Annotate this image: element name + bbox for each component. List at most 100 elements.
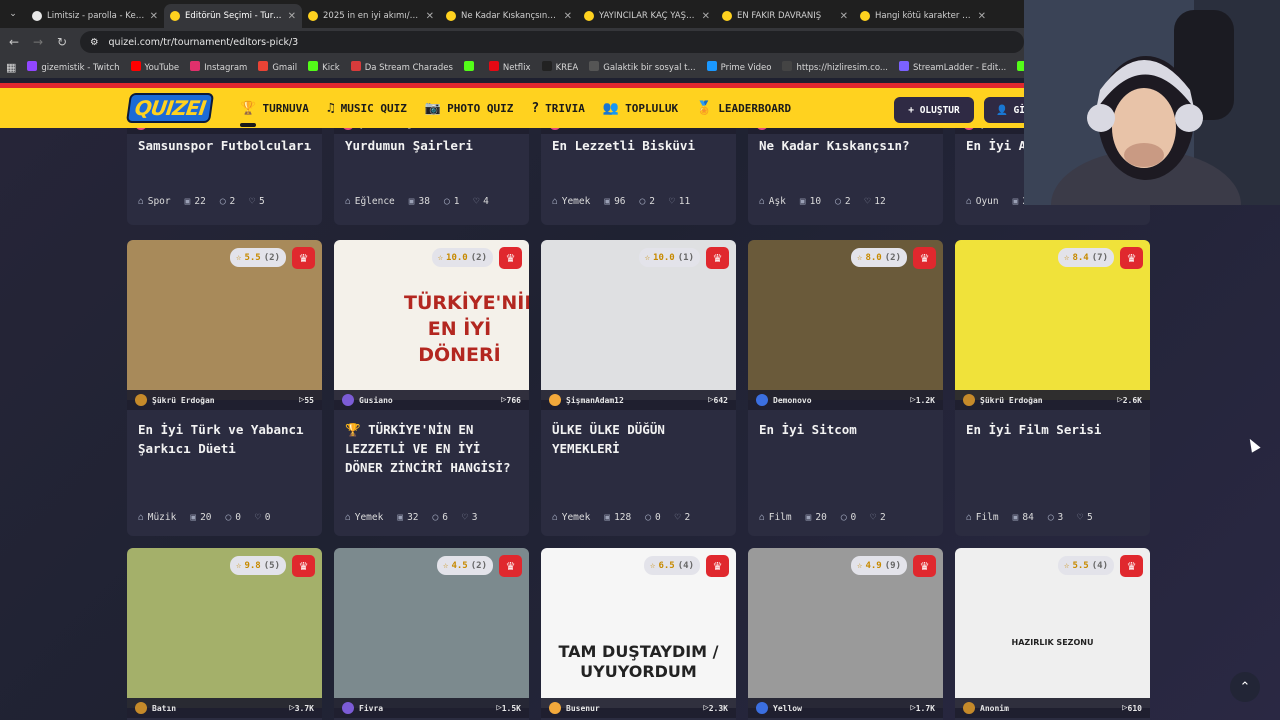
play-count: 1.2K <box>915 395 935 405</box>
bookmark-item[interactable]: Galaktik bir sosyal t... <box>589 61 696 73</box>
crown-icon[interactable]: ♛ <box>1120 247 1143 269</box>
crown-icon[interactable]: ♛ <box>499 247 522 269</box>
quiz-card[interactable]: ☆ 8.0 (2) ♛ Demonovo ▷ 1.2K En İyi Sitcom ⌂ Film… <box>748 240 943 536</box>
heart-icon[interactable]: ♡ <box>255 512 261 523</box>
bookmark-item[interactable]: Instagram <box>190 61 247 73</box>
crown-icon[interactable]: ♛ <box>913 555 936 577</box>
quiz-title[interactable]: Samsunspor Futbolcuları <box>138 136 316 155</box>
quiz-card[interactable]: ☆ 10.0 (1) ♛ ŞişmanAdam12 ▷ 642 ÜLKE ÜLKE DÜĞÜ… <box>541 240 736 536</box>
crown-icon[interactable]: ♛ <box>706 247 729 269</box>
browser-tab[interactable]: Limitsiz - parolla - Kelime ✕ <box>26 4 164 28</box>
browser-tab[interactable]: 2025 in en iyi akımı/mem ✕ <box>302 4 440 28</box>
quiz-category[interactable]: Yemek <box>562 196 591 207</box>
nav-item-trivia[interactable]: ? TRIVIA <box>531 101 585 116</box>
quiz-card[interactable]: HAZIRLIK SEZONU ☆ 5.5 (4) ♛ Anonim ▷ 610 <box>955 548 1150 720</box>
heart-icon[interactable]: ♡ <box>870 512 876 523</box>
browser-tab[interactable]: Hangi kötü karakter askın ✕ <box>854 4 992 28</box>
browser-tab[interactable]: Ne Kadar Kıskançsın? - Ti ✕ <box>440 4 578 28</box>
bookmark-item[interactable]: https://hizliresim.co... <box>782 61 888 73</box>
rating-votes: (4) <box>677 560 694 571</box>
apps-grid-icon[interactable]: ▦ <box>6 61 16 74</box>
quiz-title[interactable]: En İyi Türk ve Yabancı Şarkıcı Düeti <box>138 420 316 458</box>
close-tab-icon[interactable]: ✕ <box>840 11 848 22</box>
quiz-category[interactable]: Spor <box>148 196 171 207</box>
item-count: 38 <box>418 196 430 207</box>
close-tab-icon[interactable]: ✕ <box>426 11 434 22</box>
bookmark-item[interactable]: YouTube <box>130 61 179 73</box>
crown-icon[interactable]: ♛ <box>913 247 936 269</box>
crown-icon[interactable]: ♛ <box>706 555 729 577</box>
bookmark-item[interactable]: Gmail <box>258 61 297 73</box>
bookmark-item[interactable]: Da Stream Charades <box>350 61 453 73</box>
close-tab-icon[interactable]: ✕ <box>564 11 572 22</box>
bookmark-item[interactable]: KREA <box>541 61 578 73</box>
quiz-title[interactable]: Yurdumun Şairleri <box>345 136 523 155</box>
quiz-card[interactable]: Lilda▷ 13K Ne Kadar Kıskançsın? ⌂ Aşk ▣10 ◯2 ♡… <box>748 128 943 225</box>
crown-icon[interactable]: ♛ <box>292 247 315 269</box>
crown-icon[interactable]: ♛ <box>1120 555 1143 577</box>
quiz-category[interactable]: Yemek <box>355 512 384 523</box>
address-bar[interactable]: ⚙ quizei.com/tr/tournament/editors-pick/… <box>80 31 1024 53</box>
close-tab-icon[interactable]: ✕ <box>150 11 158 22</box>
quiz-category[interactable]: Oyun <box>976 196 999 207</box>
quiz-title[interactable]: En Lezzetli Bisküvi <box>552 136 730 155</box>
quiz-category[interactable]: Yemek <box>562 512 591 523</box>
quiz-card[interactable]: ☆ 4.9 (9) ♛ Yellow ▷ 1.7K <box>748 548 943 720</box>
browser-tab[interactable]: EN FAKİR DAVRANIŞ ✕ <box>716 4 854 28</box>
nav-item-leaderboard[interactable]: 🏅 LEADERBOARD <box>696 101 791 116</box>
crown-icon[interactable]: ♛ <box>292 555 315 577</box>
author-name: Busenur <box>566 703 600 713</box>
nav-item-music-quiz[interactable]: ♫ MUSIC QUIZ <box>327 101 407 116</box>
quiz-card[interactable]: TAM DUŞTAYDIM / UYUYORDUM ☆ 6.5 (4) ♛ Busenur… <box>541 548 736 720</box>
nav-item-label: TURNUVA <box>262 101 309 115</box>
back-arrow-icon[interactable]: ← <box>2 35 26 49</box>
quiz-card[interactable]: TÜRKİYE'NİN EN İYİ DÖNERİ ☆ 10.0 (2) ♛ Gusian… <box>334 240 529 536</box>
heart-icon[interactable]: ♡ <box>249 196 255 207</box>
bookmark-item[interactable]: Prime Video <box>706 61 771 73</box>
quiz-title[interactable]: En İyi Sitcom <box>759 420 937 439</box>
heart-icon[interactable]: ♡ <box>865 196 871 207</box>
quiz-card[interactable]: Şükrü Erdoğan▷ 217 Yurdumun Şairleri ⌂ Eğle… <box>334 128 529 225</box>
browser-tab[interactable]: YAYINCILAR KAÇ YAŞINDA ✕ <box>578 4 716 28</box>
bookmark-item[interactable] <box>463 61 478 73</box>
quiz-title[interactable]: ÜLKE ÜLKE DÜĞÜN YEMEKLERİ <box>552 420 730 458</box>
reload-icon[interactable]: ↻ <box>50 35 74 49</box>
quiz-title[interactable]: 🏆 TÜRKİYE'NİN EN LEZZETLİ VE EN İYİ DÖNE… <box>345 420 523 477</box>
close-tab-icon[interactable]: ✕ <box>978 11 986 22</box>
forward-arrow-icon[interactable]: → <box>26 35 50 49</box>
bookmark-item[interactable]: StreamLadder - Edit... <box>899 61 1006 73</box>
close-tab-icon[interactable]: ✕ <box>702 11 710 22</box>
quiz-card[interactable]: Senih Ahohir▷ 173 Samsunspor Futbolcuları… <box>127 128 322 225</box>
bookmark-item[interactable]: gizemistik - Twitch <box>27 61 120 73</box>
heart-icon[interactable]: ♡ <box>1077 512 1083 523</box>
heart-icon[interactable]: ♡ <box>462 512 468 523</box>
browser-tab[interactable]: Editörün Seçimi - Turnuva ✕ <box>164 4 302 28</box>
quiz-card[interactable]: ☆ 9.8 (5) ♛ Batın ▷ 3.7K <box>127 548 322 720</box>
quizei-logo[interactable]: QUIZEI <box>125 93 215 123</box>
close-tab-icon[interactable]: ✕ <box>288 11 296 22</box>
quiz-category[interactable]: Film <box>769 512 792 523</box>
quiz-category[interactable]: Müzik <box>148 512 177 523</box>
quiz-category[interactable]: Film <box>976 512 999 523</box>
nav-item-turnuva[interactable]: 🏆 TURNUVA <box>240 101 309 127</box>
quiz-card[interactable]: ☆ 5.5 (2) ♛ Şükrü Erdoğan ▷ 55 En İyi Türk ve … <box>127 240 322 536</box>
quiz-card[interactable]: Batın▷ 5.8K En Lezzetli Bisküvi ⌂ Yemek ▣96 ◯… <box>541 128 736 225</box>
quiz-card[interactable]: ☆ 8.4 (7) ♛ Şükrü Erdoğan ▷ 2.6K En İyi Film S… <box>955 240 1150 536</box>
bookmark-item[interactable]: Kick <box>308 61 340 73</box>
create-button[interactable]: + OLUŞTUR <box>894 97 974 123</box>
crown-icon[interactable]: ♛ <box>499 555 522 577</box>
quiz-category[interactable]: Aşk <box>769 196 786 207</box>
scroll-to-top-button[interactable]: ⌃ <box>1230 672 1260 702</box>
quiz-title[interactable]: Ne Kadar Kıskançsın? <box>759 136 937 155</box>
heart-icon[interactable]: ♡ <box>675 512 681 523</box>
heart-icon[interactable]: ♡ <box>669 196 675 207</box>
site-info-icon[interactable]: ⚙ <box>90 37 99 48</box>
quiz-category[interactable]: Eğlence <box>355 196 395 207</box>
nav-item-topluluk[interactable]: 👥 TOPLULUK <box>603 101 678 116</box>
bookmark-item[interactable]: Netflix <box>488 61 531 73</box>
heart-icon[interactable]: ♡ <box>473 196 479 207</box>
quiz-title[interactable]: En İyi Film Serisi <box>966 420 1144 439</box>
quiz-card[interactable]: ☆ 4.5 (2) ♛ Fivra ▷ 1.5K <box>334 548 529 720</box>
nav-item-photo-quiz[interactable]: 📷 PHOTO QUIZ <box>425 101 513 116</box>
tab-search-dropdown[interactable]: ⌄ <box>0 0 26 28</box>
